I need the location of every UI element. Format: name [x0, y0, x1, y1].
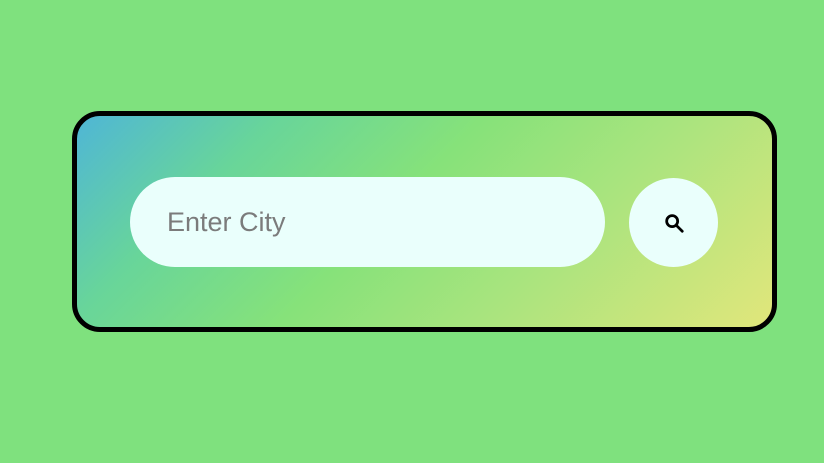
search-button[interactable] [629, 178, 718, 267]
city-search-input[interactable] [130, 177, 605, 267]
weather-search-page [0, 0, 824, 463]
search-card [72, 111, 777, 332]
search-icon [663, 212, 685, 234]
